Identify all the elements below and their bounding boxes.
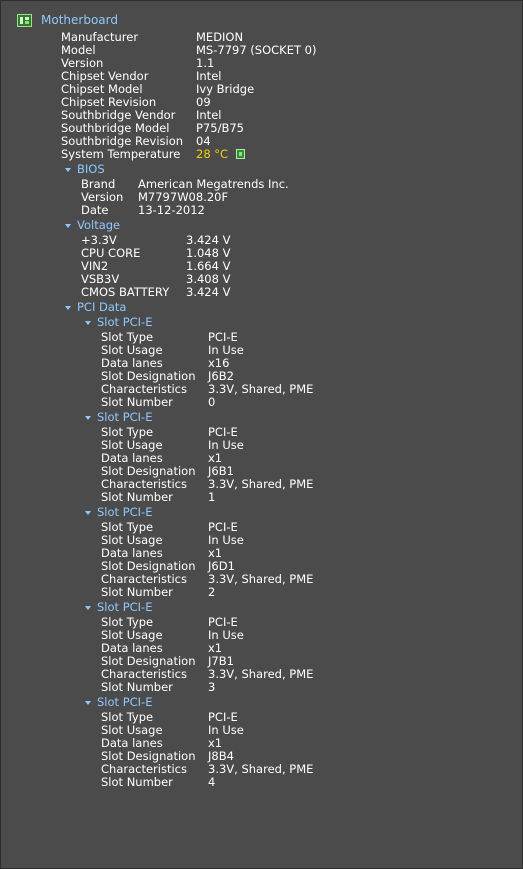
field-value: 3 xyxy=(208,680,216,694)
field-label: Slot Number xyxy=(101,395,173,409)
motherboard-header[interactable]: Motherboard xyxy=(17,12,118,28)
chevron-down-icon xyxy=(85,700,91,705)
section-voltage[interactable]: Voltage xyxy=(65,219,120,232)
slot-header[interactable]: Slot PCI-E xyxy=(85,411,152,424)
chevron-down-icon xyxy=(65,305,71,310)
section-title: Voltage xyxy=(77,218,121,232)
section-title: PCI Data xyxy=(77,300,127,314)
field-value: 3.424 V xyxy=(186,285,231,299)
temperature-value: 28 °C xyxy=(196,147,229,161)
field-label: Date xyxy=(81,203,109,217)
slot-title: Slot PCI-E xyxy=(97,505,153,519)
field-value: 3.3V, Shared, PME xyxy=(208,572,314,586)
section-bios[interactable]: BIOS xyxy=(65,163,105,176)
field-label: Slot Number xyxy=(101,585,173,599)
motherboard-title: Motherboard xyxy=(41,13,118,27)
temperature-indicator-icon xyxy=(236,148,246,159)
chevron-down-icon xyxy=(65,223,71,228)
field-value: 1 xyxy=(208,490,216,504)
slot-title: Slot PCI-E xyxy=(97,695,153,709)
chevron-down-icon xyxy=(85,510,91,515)
slot-header[interactable]: Slot PCI-E xyxy=(85,316,152,329)
field-value: 3.3V, Shared, PME xyxy=(208,762,314,776)
slot-title: Slot PCI-E xyxy=(97,315,153,329)
field-value: 13-12-2012 xyxy=(138,203,205,217)
field-value: 2 xyxy=(208,585,216,599)
slot-header[interactable]: Slot PCI-E xyxy=(85,506,152,519)
field-value: 3.3V, Shared, PME xyxy=(208,667,314,681)
field-value: MS-7797 (SOCKET 0) xyxy=(196,43,317,57)
slot-header[interactable]: Slot PCI-E xyxy=(85,696,152,709)
temperature-value-wrap: 28 °C xyxy=(196,147,246,161)
slot-title: Slot PCI-E xyxy=(97,410,153,424)
field-label: Slot Number xyxy=(101,490,173,504)
field-value: 4 xyxy=(208,775,216,789)
chevron-down-icon xyxy=(85,605,91,610)
section-title: BIOS xyxy=(77,162,105,176)
slot-title: Slot PCI-E xyxy=(97,600,153,614)
slot-header[interactable]: Slot PCI-E xyxy=(85,601,152,614)
section-pci-data[interactable]: PCI Data xyxy=(65,301,126,314)
chevron-down-icon xyxy=(85,320,91,325)
motherboard-icon xyxy=(17,13,32,27)
motherboard-panel: Motherboard Manufacturer MEDION Model MS… xyxy=(0,0,523,869)
chevron-down-icon xyxy=(85,415,91,420)
chevron-down-icon xyxy=(65,167,71,172)
field-value: 3.3V, Shared, PME xyxy=(208,382,314,396)
field-label: CMOS BATTERY xyxy=(81,285,170,299)
field-label: Slot Number xyxy=(101,775,173,789)
field-label: Slot Number xyxy=(101,680,173,694)
field-label: System Temperature xyxy=(61,147,181,161)
field-value: 3.3V, Shared, PME xyxy=(208,477,314,491)
field-value: 0 xyxy=(208,395,216,409)
